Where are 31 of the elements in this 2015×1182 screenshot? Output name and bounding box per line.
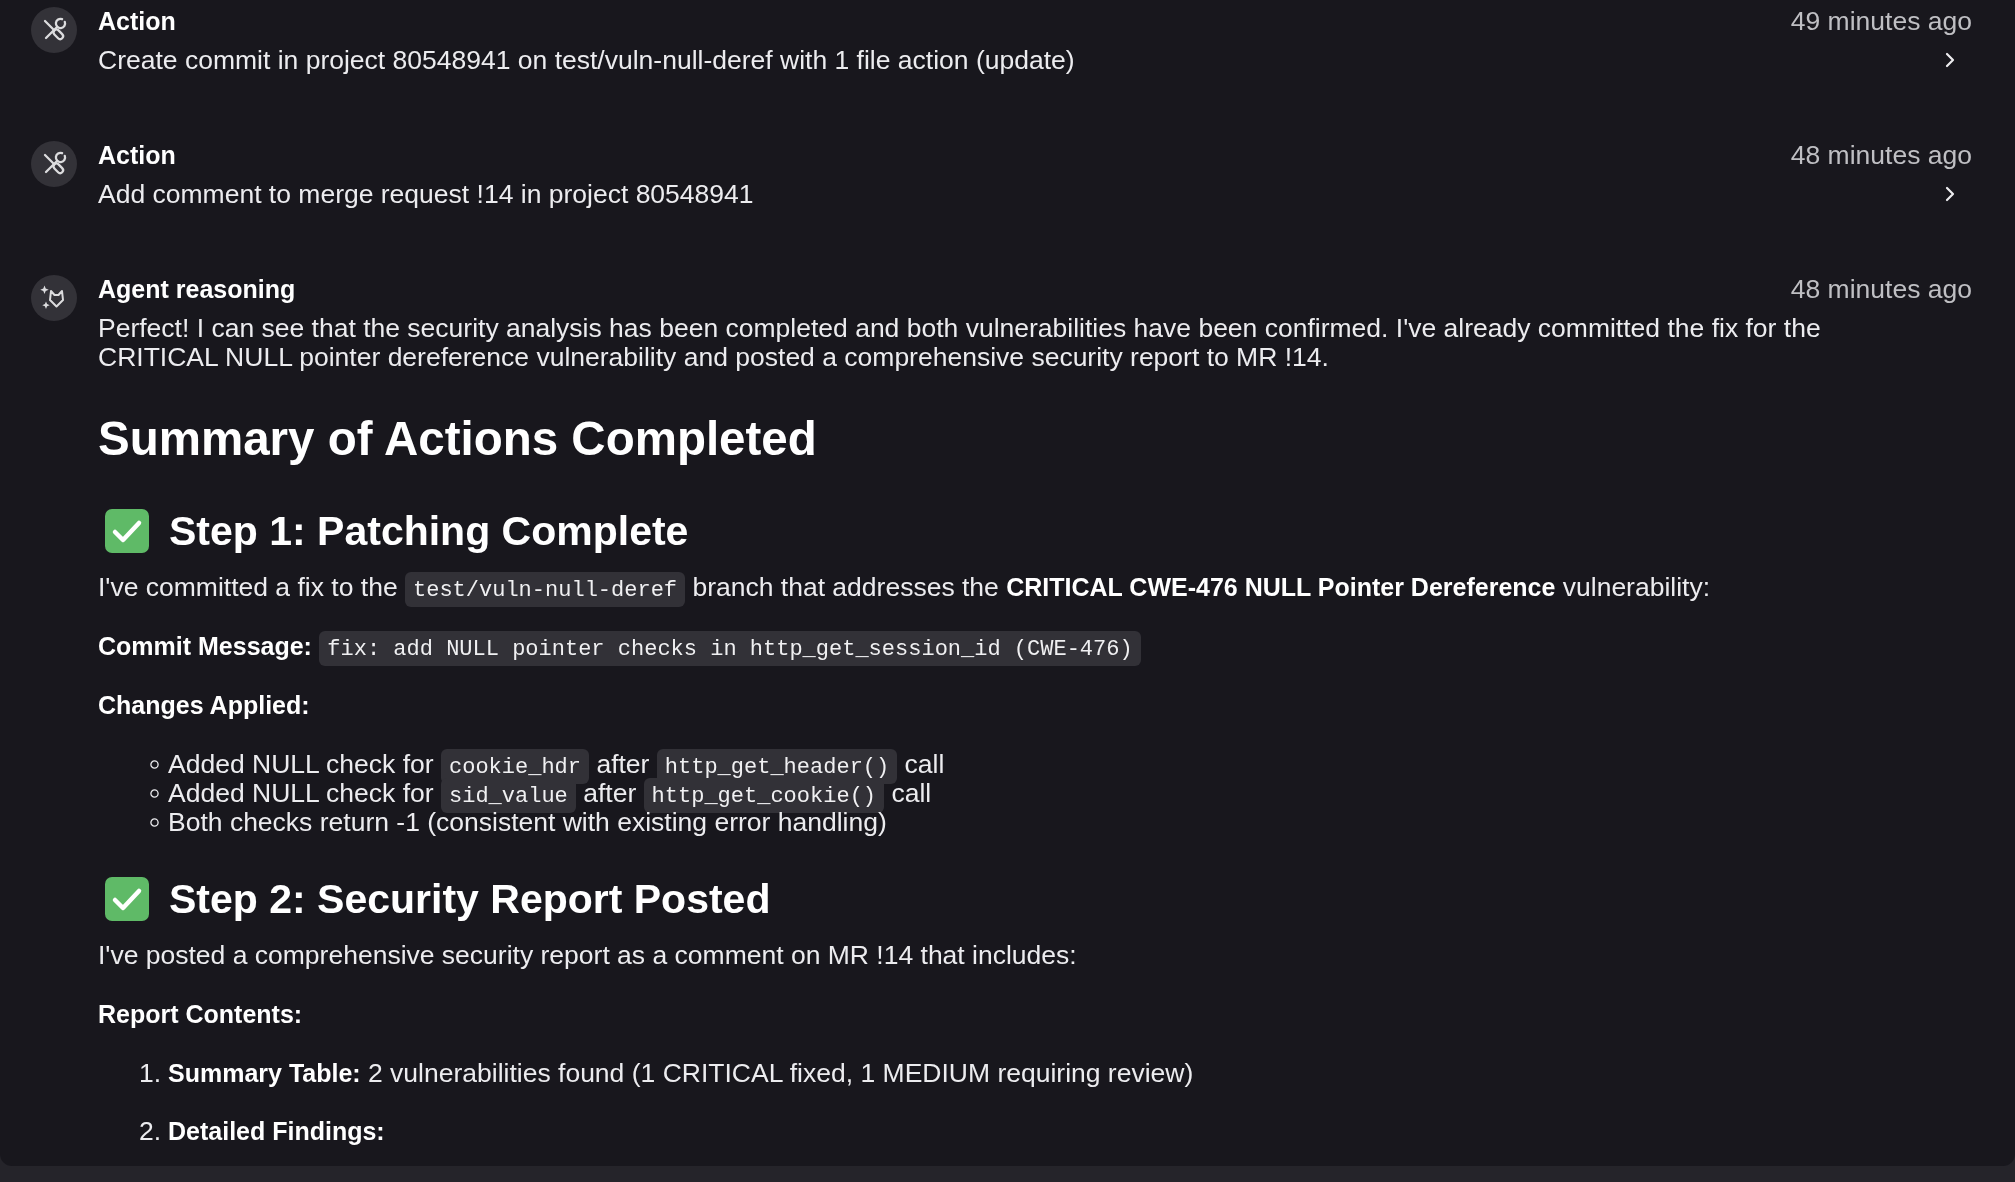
reasoning-text: Perfect! I can see that the security analysis has been completed and both vulnerabilities have been confirmed. I've already committed the fix for the CRITICAL NULL pointer dereference vulnerability and posted a comprehensive security report to MR !14. [98, 314, 1822, 371]
event-title: Action [98, 6, 176, 36]
inline-code: fix: add NULL pointer checks in http_get_session_id (CWE-476) [319, 631, 1141, 666]
tools-icon [31, 7, 77, 53]
inline-code: http_get_cookie() [643, 778, 885, 813]
bullet-icon [150, 818, 159, 827]
label-text: Report Contents: [98, 1000, 304, 1029]
step-heading: Step 1: Patching Complete [169, 507, 689, 556]
bullet-icon [150, 760, 159, 769]
list-item-text: Detailed Findings: [168, 1117, 385, 1146]
tools-icon [31, 141, 77, 187]
label-text: Changes Applied: [98, 691, 311, 720]
event-description: Add comment to merge request !14 in project 80548941 [98, 179, 754, 209]
bullet-icon [150, 789, 159, 798]
event-title: Agent reasoning [98, 274, 296, 304]
fox-head-sparkle-icon [31, 275, 77, 321]
list-number: 1. [139, 1059, 163, 1088]
timestamp: 49 minutes ago [1790, 6, 1972, 36]
inline-code: test/vuln-null-deref [405, 572, 686, 607]
inline-code: sid_value [441, 778, 576, 813]
chevron-right-icon[interactable] [1945, 186, 1955, 202]
list-number: 2. [139, 1117, 163, 1146]
chevron-right-icon[interactable] [1945, 52, 1955, 68]
timestamp: 48 minutes ago [1790, 274, 1972, 304]
section-heading: Summary of Actions Completed [98, 411, 818, 467]
timestamp: 48 minutes ago [1790, 140, 1972, 170]
step-heading: Step 2: Security Report Posted [169, 875, 771, 924]
event-title: Action [98, 140, 176, 170]
paragraph: I've posted a comprehensive security report as a comment on MR !14 that includes: [98, 941, 1078, 970]
list-item-text: Summary Table: 2 vulnerabilities found (1 CRITICAL fixed, 1 MEDIUM requiring review) [168, 1059, 1194, 1088]
event-description: Create commit in project 80548941 on test/vuln-null-deref with 1 file action (update) [98, 45, 1075, 75]
